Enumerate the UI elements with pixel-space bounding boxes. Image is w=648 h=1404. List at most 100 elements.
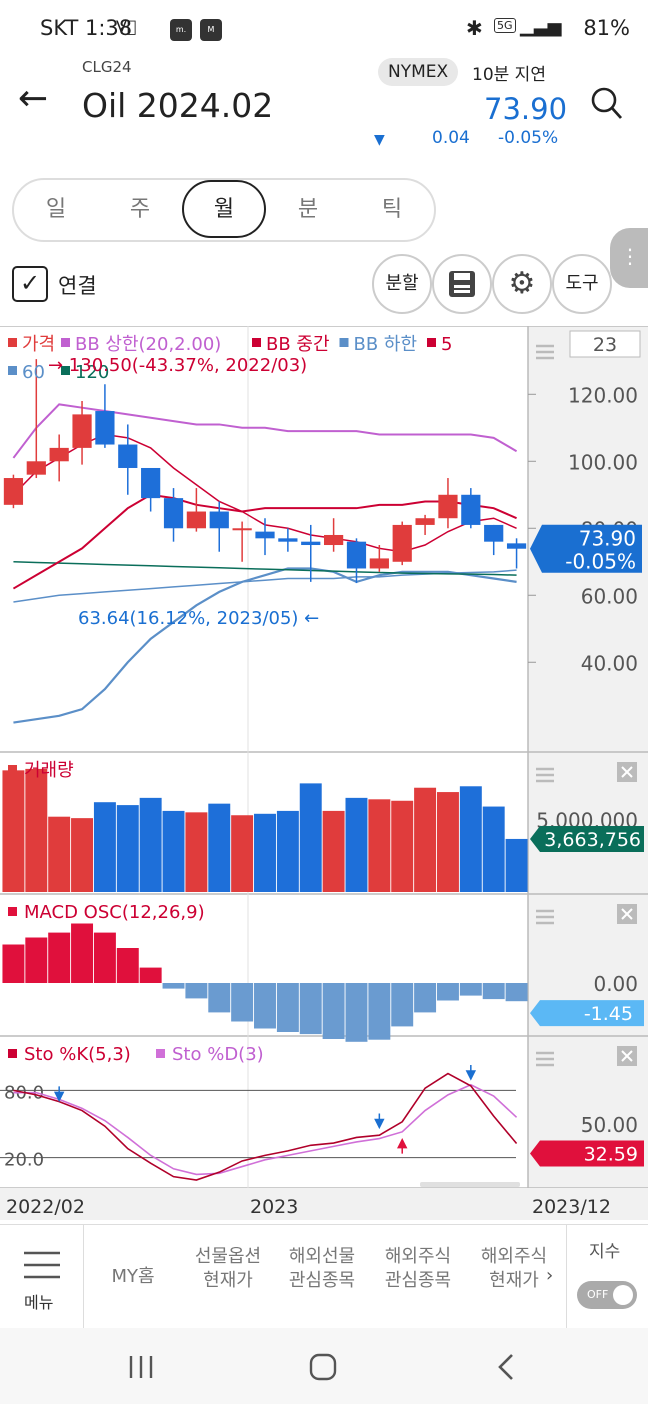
recent-apps-icon[interactable] <box>128 1354 156 1380</box>
candle-body <box>232 528 252 531</box>
x-axis-end-label: 2023/12 <box>532 1196 611 1218</box>
tools-button[interactable]: 도구 <box>552 254 612 314</box>
candle-body <box>346 541 367 569</box>
legend-label: 60 <box>22 362 45 383</box>
nav-overseas-futures[interactable]: 해외선물 관심종목 <box>276 1245 368 1293</box>
macd-bar <box>2 944 25 983</box>
link-checkbox[interactable]: ✓ <box>12 266 48 302</box>
toggle-label: OFF <box>587 1288 609 1301</box>
legend-swatch <box>8 765 17 774</box>
candle-body <box>72 414 92 448</box>
macd-bar <box>482 983 505 1000</box>
macd-bar <box>162 983 185 989</box>
tab-tick[interactable]: 틱 <box>350 180 434 240</box>
tab-day[interactable]: 일 <box>14 180 98 240</box>
max-annotation: → 130.50(-43.37%, 2022/03) <box>48 355 307 376</box>
macd-bar <box>368 983 391 1040</box>
split-button[interactable]: 분할 <box>372 254 432 314</box>
menu-button[interactable]: 메뉴 <box>0 1225 84 1329</box>
legend-label: BB 상한(20,2.00) <box>75 334 221 355</box>
legend-label: 5 <box>441 334 452 355</box>
menu-label: 메뉴 <box>24 1293 54 1312</box>
last-price-label: 73.90 <box>579 527 636 551</box>
chevron-right-icon[interactable]: › <box>546 1265 553 1286</box>
scrollbar[interactable] <box>420 1182 520 1187</box>
system-nav-bar <box>0 1328 648 1404</box>
y-tick-label: 60.00 <box>581 584 638 608</box>
volume-bar <box>459 786 482 892</box>
search-icon[interactable] <box>590 86 624 122</box>
delay-label: 10분 지연 <box>472 65 546 85</box>
back-arrow-icon[interactable]: ← <box>18 78 48 119</box>
volume-bar <box>322 810 345 892</box>
nav-overseas-stock-watch[interactable]: 해외주식 관심종목 <box>372 1245 464 1293</box>
macd-last-label: -1.45 <box>584 1003 633 1025</box>
volume-bar <box>139 797 162 892</box>
legend-swatch <box>427 338 436 347</box>
legend-swatch <box>8 338 17 347</box>
candle-body <box>209 511 229 529</box>
volume-bar <box>48 816 71 892</box>
macd-bar <box>208 983 231 1013</box>
nav-my-home[interactable]: MY홈 <box>96 1265 170 1289</box>
chart-panel[interactable]: 120.00100.0080.0060.0040.00가격BB 상한(20,2.… <box>0 326 648 1220</box>
period-tabs: 일 주 월 분 틱 <box>12 178 436 242</box>
price-change-pct: -0.05% <box>498 128 559 148</box>
legend-swatch <box>156 1049 165 1058</box>
home-icon[interactable] <box>308 1352 338 1382</box>
legend-swatch <box>8 366 17 375</box>
macd-bar <box>414 983 437 1013</box>
sto-tick-label: 50.00 <box>581 1113 638 1137</box>
candle-body <box>255 531 275 539</box>
candle-body <box>461 494 481 525</box>
contract-code: CLG24 <box>82 58 132 76</box>
volume-bar <box>71 818 94 892</box>
macd-bar <box>185 983 208 999</box>
y-tick-label: 120.00 <box>568 383 638 407</box>
page-title: Oil 2024.02 <box>82 86 274 125</box>
volume-bar <box>345 797 368 892</box>
sto-level-20-label: 20.0 <box>4 1150 44 1171</box>
candle-body <box>392 524 412 562</box>
save-button[interactable] <box>432 254 492 314</box>
candle-body <box>301 541 321 546</box>
legend-swatch <box>61 338 70 347</box>
battery-text: 81% <box>583 16 630 40</box>
settings-button[interactable]: ⚙ <box>492 254 552 314</box>
volume-bar <box>116 805 139 892</box>
candle-body <box>3 478 24 505</box>
sto-k-title: Sto %K(5,3) <box>24 1044 131 1065</box>
macd-bar <box>505 983 528 1002</box>
volume-bar <box>414 787 437 892</box>
tab-month[interactable]: 월 <box>182 180 266 238</box>
candle-body <box>26 461 46 475</box>
side-panel-handle[interactable]: ⋮ <box>610 228 648 288</box>
tab-week[interactable]: 주 <box>98 180 182 240</box>
macd-bar <box>254 983 276 1029</box>
down-triangle-icon: ▼ <box>374 132 385 148</box>
y-tick-label: 40.00 <box>581 651 638 675</box>
candle-body <box>324 534 344 546</box>
tab-minute[interactable]: 분 <box>266 180 350 240</box>
volume-bar <box>368 799 391 892</box>
signal-5g-icon: 5G <box>494 18 516 33</box>
legend-swatch <box>8 907 17 916</box>
volume-bar <box>185 812 208 892</box>
y-tick-label: 100.00 <box>568 450 638 474</box>
nav-futures-options[interactable]: 선물옵션 현재가 <box>182 1245 274 1293</box>
volume-bar <box>254 813 276 892</box>
candle-body <box>369 558 389 569</box>
legend-label: 가격 <box>22 334 55 355</box>
toggle-knob <box>613 1285 633 1305</box>
macd-bar <box>345 983 368 1042</box>
back-icon[interactable] <box>494 1352 518 1382</box>
min-annotation: 63.64(16.12%, 2023/05) ← <box>78 608 319 629</box>
index-toggle[interactable]: OFF <box>577 1281 637 1309</box>
macd-tick-label: 0.00 <box>593 972 638 996</box>
volume-bar <box>505 838 528 892</box>
macd-bar <box>322 983 345 1039</box>
macd-bar <box>276 983 299 1032</box>
volume-title: 거래량 <box>24 760 74 781</box>
candle-body <box>506 543 527 549</box>
macd-bar <box>93 932 116 983</box>
